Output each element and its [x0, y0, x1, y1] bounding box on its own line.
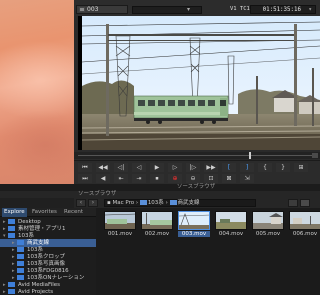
- transport-row1-button-12[interactable]: ⊞: [294, 163, 308, 172]
- clip-thumbnail[interactable]: 006.mov: [289, 211, 320, 237]
- clip-thumbnail[interactable]: 004.mov: [215, 211, 247, 237]
- transport-row1-button-7[interactable]: ▶▶: [204, 163, 218, 172]
- crumb-current[interactable]: 商武支線: [178, 200, 200, 206]
- transport-row2-button-2[interactable]: ⇤: [114, 174, 128, 183]
- monitor-toolbar: 003 ▾ V1 TC1 01:51:35:16 ▾: [74, 0, 320, 16]
- breadcrumb-path[interactable]: ▪ Mac Pro › 103系 › 商武支線: [104, 199, 256, 207]
- folder-icon: [8, 289, 15, 294]
- thumbnail-view-button[interactable]: [300, 199, 310, 207]
- folder-icon: [169, 200, 177, 205]
- clip-preview-image: [289, 211, 320, 230]
- source-browser: ソースブラウザ ソースブラウザ ‹ › ▪ Mac Pro › 103系 › 商…: [0, 184, 320, 295]
- transport-row1-button-8[interactable]: [: [222, 163, 236, 172]
- mode-dropdown[interactable]: [132, 6, 202, 14]
- clip-preview-image: [252, 211, 284, 230]
- tab-explore[interactable]: Explore: [2, 208, 27, 217]
- clip-thumbnail[interactable]: 001.mov: [104, 211, 136, 237]
- transport-controls: ⏮ ◀◀ ◁| ◁ ▶ ▷ |▷ ▶▶ [] {} ⊞ ⏭ ◀ ⇤ ⇥ ⏹ ⊕ ⊖ ⊡ ⊠ ⇲: [74, 160, 320, 184]
- playhead[interactable]: [248, 152, 251, 159]
- clip-name-field[interactable]: 003: [76, 5, 128, 14]
- crumb-mac-pro[interactable]: Mac Pro: [112, 200, 134, 206]
- transport-row2-button-7[interactable]: ⊡: [204, 174, 218, 183]
- folder-icon: [17, 275, 24, 280]
- transport-row1-button-5[interactable]: ▷: [168, 163, 182, 172]
- clip-preview-image: [141, 211, 173, 230]
- transport-row1-button-10[interactable]: {: [258, 163, 272, 172]
- tab-favorites[interactable]: Favorites: [30, 208, 59, 217]
- crumb-separator: ›: [165, 200, 168, 206]
- scrub-end-marker: [312, 153, 318, 158]
- forward-button[interactable]: ›: [88, 199, 98, 207]
- tab-recent[interactable]: Recent: [62, 208, 85, 217]
- transport-row2-button-1[interactable]: ◀: [96, 174, 110, 183]
- transport-row2-button-0[interactable]: ⏭: [78, 174, 92, 183]
- clip-filename: 002.mov: [144, 231, 170, 237]
- transport-row1-button-11[interactable]: }: [276, 163, 290, 172]
- transport-row2-button-5[interactable]: ⊕: [168, 174, 182, 183]
- clip-preview-image: [178, 211, 210, 230]
- folder-icon: [17, 240, 24, 245]
- scrub-track[interactable]: [78, 155, 312, 156]
- timecode-value: 01:51:35:16: [262, 7, 301, 13]
- breadcrumb: ‹ › ▪ Mac Pro › 103系 › 商武支線: [74, 198, 320, 208]
- back-button[interactable]: ‹: [76, 199, 86, 207]
- crumb-103[interactable]: 103系: [148, 200, 164, 206]
- transport-row2-button-4[interactable]: ⏹: [150, 174, 164, 183]
- clip-name: 003: [87, 6, 99, 13]
- timecode-label: V1 TC1: [230, 6, 250, 12]
- clip-preview-image: [104, 211, 136, 230]
- list-view-button[interactable]: [288, 199, 298, 207]
- clip-filename: 003.mov: [178, 231, 210, 237]
- clip-filename: 004.mov: [218, 231, 244, 237]
- folder-icon: [8, 282, 15, 287]
- timeline-scrubber[interactable]: [74, 152, 320, 159]
- folder-icon: [17, 261, 24, 266]
- folder-icon: [8, 233, 15, 238]
- transport-row1-button-4[interactable]: ▶: [150, 163, 164, 172]
- clip-filename: 006.mov: [292, 231, 318, 237]
- folder-tree: ▸ Desktop ▸ 素材管理・アプリ1 ▾ 103系 ▸ 商武支線 ▸ 103系 ▸ 103系クロ…: [0, 217, 96, 295]
- transport-row1-button-2[interactable]: ◁|: [114, 163, 128, 172]
- folder-icon: [17, 247, 24, 252]
- tree-item[interactable]: ▸ Avid Projects: [0, 288, 96, 295]
- transport-row2-button-6[interactable]: ⊖: [186, 174, 200, 183]
- video-frame[interactable]: [78, 16, 320, 150]
- folder-icon: [8, 226, 15, 231]
- transport-row1-button-9[interactable]: ]: [240, 163, 254, 172]
- crumb-separator: ›: [135, 200, 139, 206]
- transport-row2-button-8[interactable]: ⊠: [222, 174, 236, 183]
- chevron-down-icon[interactable]: ▾: [187, 6, 190, 13]
- folder-icon: [139, 200, 147, 205]
- train-scene-image: [78, 16, 320, 150]
- source-monitor: 003 ▾ V1 TC1 01:51:35:16 ▾ ⏮ ◀◀ ◁| ◁ ▶ ▷…: [74, 0, 320, 184]
- transport-row1-button-1[interactable]: ◀◀: [96, 163, 110, 172]
- browser-tabs: Explore Favorites Recent: [0, 208, 96, 217]
- desktop-wallpaper: [0, 0, 74, 184]
- clip-filename: 001.mov: [107, 231, 133, 237]
- browser-panel-title: ソースブラウザ: [0, 191, 320, 198]
- folder-icon: [17, 268, 24, 273]
- tree-item-label: Avid Projects: [18, 289, 54, 295]
- folder-icon: [17, 254, 24, 259]
- clip-icon: [79, 7, 85, 12]
- clip-preview-image: [215, 211, 247, 230]
- transport-row1-button-6[interactable]: |▷: [186, 163, 200, 172]
- clip-thumbnail[interactable]: 003.mov: [178, 211, 210, 237]
- folder-icon: [8, 219, 15, 224]
- clip-thumbnails: 001.mov 002.mov 003.mov 004.mov 005.mov 006.m…: [96, 208, 320, 295]
- transport-row2-button-9[interactable]: ⇲: [240, 174, 254, 183]
- transport-row1-button-3[interactable]: ◁: [132, 163, 146, 172]
- transport-row1-button-0[interactable]: ⏮: [78, 163, 92, 172]
- timecode-display[interactable]: 01:51:35:16 ▾: [250, 5, 316, 14]
- transport-row2-button-3[interactable]: ⇥: [132, 174, 146, 183]
- computer-icon: ▪: [107, 200, 111, 206]
- clip-thumbnail[interactable]: 002.mov: [141, 211, 173, 237]
- clip-filename: 005.mov: [255, 231, 281, 237]
- chevron-down-icon: ▾: [308, 6, 312, 13]
- clip-thumbnail[interactable]: 005.mov: [252, 211, 284, 237]
- browser-window-title: ソースブラウザ: [0, 184, 320, 191]
